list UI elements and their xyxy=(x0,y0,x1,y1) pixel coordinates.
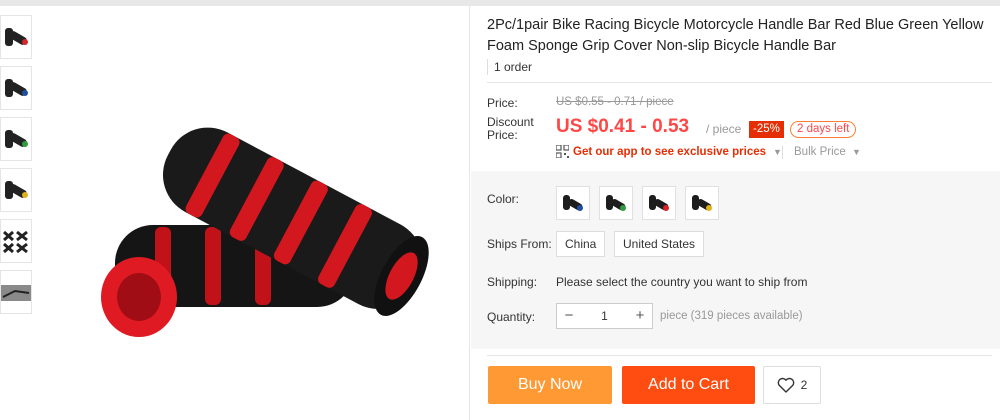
thumb-green-grip[interactable] xyxy=(0,117,32,161)
discount-badge: -25% xyxy=(749,121,784,138)
grip-icon xyxy=(5,79,28,97)
bulk-price-text: Bulk Price xyxy=(794,146,846,158)
bulk-price-dropdown[interactable]: Bulk Price ▼ xyxy=(794,146,861,158)
time-left-badge: 2 days left xyxy=(790,121,857,138)
caret-down-icon: ▼ xyxy=(773,146,782,157)
add-to-cart-button[interactable]: Add to Cart xyxy=(622,366,755,404)
thumb-blue-grip[interactable] xyxy=(0,66,32,110)
product-title: 2Pc/1pair Bike Racing Bicycle Motorcycle… xyxy=(487,17,984,54)
quantity-label: Quantity: xyxy=(487,310,536,324)
top-bar xyxy=(0,0,1000,6)
color-swatch-red[interactable] xyxy=(642,186,676,220)
shipping-message: Please select the country you want to sh… xyxy=(556,275,808,289)
color-swatch-green[interactable] xyxy=(599,186,633,220)
quantity-stepper: − 1 + xyxy=(556,303,653,329)
ships-from-china[interactable]: China xyxy=(556,231,606,257)
separator xyxy=(782,146,783,159)
color-swatch-blue[interactable] xyxy=(556,186,590,220)
grip-icon xyxy=(3,230,28,254)
wishlist-button[interactable]: 2 xyxy=(763,366,821,404)
ships-from-label: Ships From: xyxy=(487,237,552,251)
grip-icon xyxy=(649,195,669,211)
thumb-multi-grip[interactable] xyxy=(0,219,32,263)
thumb-yellow-grip[interactable] xyxy=(0,168,32,212)
wishlist-count: 2 xyxy=(800,378,808,392)
app-prices-text: Get our app to see exclusive prices xyxy=(573,145,767,158)
caret-down-icon: ▼ xyxy=(851,147,861,157)
buy-now-button[interactable]: Buy Now xyxy=(488,366,612,404)
divider xyxy=(487,355,992,356)
color-swatch-yellow[interactable] xyxy=(685,186,719,220)
thumb-bike-photo[interactable] xyxy=(0,270,32,314)
quantity-availability: piece (319 pieces available) xyxy=(660,310,803,322)
divider xyxy=(487,82,992,83)
price-label: Price: xyxy=(487,96,518,110)
vertical-divider xyxy=(469,6,470,420)
qr-code-icon xyxy=(556,145,569,158)
order-count: 1 order xyxy=(487,59,532,75)
discount-price: US $0.41 - 0.53 xyxy=(556,116,690,137)
decrease-button[interactable]: − xyxy=(557,304,581,328)
original-price: US $0.55 - 0.71 / piece xyxy=(556,96,674,108)
ships-from-united-states[interactable]: United States xyxy=(614,231,705,257)
price-unit: / piece xyxy=(706,122,742,136)
quantity-value[interactable]: 1 xyxy=(581,309,628,323)
heart-icon xyxy=(777,377,794,393)
grip-icon xyxy=(606,195,626,211)
increase-button[interactable]: + xyxy=(628,304,652,328)
discount-price-label: Discount Price: xyxy=(487,115,534,142)
bike-photo-icon xyxy=(1,285,31,301)
app-prices-link[interactable]: Get our app to see exclusive prices ▼ xyxy=(556,145,782,158)
shipping-label: Shipping: xyxy=(487,275,538,289)
grip-icon xyxy=(5,181,28,199)
grip-icon xyxy=(5,130,28,148)
color-label: Color: xyxy=(487,192,520,206)
product-main-image xyxy=(101,127,429,337)
thumbnail-list xyxy=(0,15,34,321)
grip-icon xyxy=(563,195,583,211)
options-panel xyxy=(471,171,1000,349)
grip-icon xyxy=(5,28,28,46)
grip-icon xyxy=(692,195,712,211)
thumb-red-grip[interactable] xyxy=(0,15,32,59)
